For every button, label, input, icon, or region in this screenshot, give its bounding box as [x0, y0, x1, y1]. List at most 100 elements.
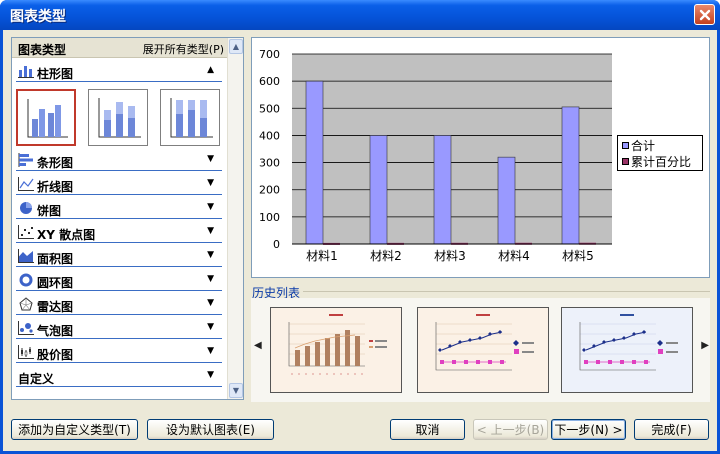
expand-arrow-icon: ▼ — [207, 298, 214, 308]
scatter-chart-icon — [18, 225, 34, 239]
legend-swatch-series2 — [622, 157, 629, 165]
category-custom[interactable]: 自定义 ▼ — [16, 366, 222, 388]
y-tick-label: 400 — [259, 129, 280, 142]
x-tick-label: 材料4 — [498, 249, 530, 263]
set-default-chart-button[interactable]: 设为默认图表(E) — [147, 419, 274, 440]
stock-chart-icon — [18, 345, 34, 359]
expand-arrow-icon: ▼ — [207, 250, 214, 260]
legend-item: 累计百分比 — [622, 154, 692, 169]
y-tick-label: 200 — [259, 184, 280, 197]
history-divider — [303, 291, 710, 292]
finish-button[interactable]: 完成(F) — [634, 419, 709, 440]
close-icon — [699, 9, 710, 20]
category-label: 柱形图 — [37, 67, 74, 81]
x-tick-label: 材料1 — [306, 249, 338, 263]
collapse-arrow-icon: ▲ — [207, 65, 214, 75]
clustered-column-icon — [27, 99, 68, 138]
list-scrollbar[interactable]: ▲ ▼ — [227, 38, 243, 399]
chart-type-heading: 图表类型 — [18, 43, 67, 57]
history-item[interactable] — [270, 307, 402, 393]
title-bar[interactable]: 图表类型 — [0, 0, 720, 30]
dialog-title: 图表类型 — [10, 9, 66, 25]
legend-item: 合计 — [622, 138, 656, 153]
chart-preview: 0 100 200 300 400 500 600 700 材料1 材料2 材料3 材料4 材料5 合计… — [251, 37, 710, 278]
y-tick-label: 300 — [259, 157, 280, 170]
category-label: 气泡图 — [37, 324, 74, 338]
legend-label: 累计百分比 — [631, 154, 692, 169]
category-label: 股价图 — [37, 348, 74, 362]
y-tick-label: 700 — [259, 48, 280, 61]
category-label: 折线图 — [37, 180, 74, 194]
x-tick-label: 材料5 — [562, 249, 594, 263]
category-bar[interactable]: 条形图 ▼ — [16, 150, 222, 172]
dialog-window: 图表类型 图表类型 展开所有类型(P) ▲ ▼ 柱形图 ▲ 条形图 ▼ 折线图 … — [0, 0, 720, 454]
legend-swatch-series1 — [622, 141, 629, 149]
chart-legend: 合计 累计百分比 — [617, 135, 703, 171]
back-button[interactable]: < 上一步(B) — [473, 419, 548, 440]
category-bubble[interactable]: 气泡图 ▼ — [16, 318, 222, 340]
bar-series1 — [497, 156, 516, 245]
history-prev-icon[interactable]: ◀ — [254, 340, 262, 351]
y-tick-label: 100 — [259, 211, 280, 224]
next-button[interactable]: 下一步(N) > — [551, 419, 626, 440]
expand-arrow-icon: ▼ — [207, 346, 214, 356]
history-list: ◀ ▶ — [251, 298, 710, 402]
scroll-down-button[interactable]: ▼ — [229, 383, 243, 398]
scroll-up-button[interactable]: ▲ — [229, 39, 243, 54]
category-label: 雷达图 — [37, 300, 74, 314]
expand-arrow-icon: ▼ — [207, 274, 214, 284]
category-column[interactable]: 柱形图 ▲ — [16, 61, 222, 83]
y-tick-label: 500 — [259, 102, 280, 115]
doughnut-chart-icon — [19, 273, 33, 287]
x-tick-label: 材料3 — [434, 249, 466, 263]
bar-series1 — [305, 80, 324, 245]
chart-type-header: 图表类型 展开所有类型(P) — [12, 38, 228, 58]
category-line[interactable]: 折线图 ▼ — [16, 174, 222, 196]
category-label: 自定义 — [18, 372, 55, 386]
history-chart-thumbnail — [579, 314, 678, 371]
chart-type-list: 图表类型 展开所有类型(P) ▲ ▼ 柱形图 ▲ 条形图 ▼ 折线图 ▼ 饼图 … — [11, 37, 244, 400]
y-tick-label: 0 — [273, 238, 280, 251]
subtype-percent-stacked-column[interactable] — [160, 89, 220, 146]
pie-chart-icon — [20, 202, 32, 214]
category-stock[interactable]: 股价图 ▼ — [16, 342, 222, 364]
subtype-stacked-column[interactable] — [88, 89, 148, 146]
expand-arrow-icon: ▼ — [207, 370, 214, 380]
expand-arrow-icon: ▼ — [207, 154, 214, 164]
expand-arrow-icon: ▼ — [207, 178, 214, 188]
history-chart-thumbnail — [288, 314, 387, 375]
category-radar[interactable]: 雷达图 ▼ — [16, 294, 222, 316]
category-label: 条形图 — [37, 156, 74, 170]
category-area[interactable]: 面积图 ▼ — [16, 246, 222, 268]
history-next-icon[interactable]: ▶ — [701, 340, 709, 351]
close-button[interactable] — [694, 4, 715, 25]
category-doughnut[interactable]: 圆环图 ▼ — [16, 270, 222, 292]
column-chart-icon — [18, 66, 34, 78]
bar-series1 — [561, 106, 580, 245]
expand-all-link[interactable]: 展开所有类型(P) — [143, 41, 224, 57]
bar-series1 — [433, 135, 452, 245]
line-chart-icon — [18, 177, 34, 191]
bar-series1 — [369, 135, 388, 245]
category-label: XY 散点图 — [37, 228, 96, 242]
expand-arrow-icon: ▼ — [207, 226, 214, 236]
percent-stacked-column-icon — [170, 98, 213, 138]
subtype-clustered-column[interactable] — [16, 89, 76, 146]
expand-arrow-icon: ▼ — [207, 202, 214, 212]
history-chart-thumbnail — [435, 314, 534, 371]
expand-arrow-icon: ▼ — [207, 322, 214, 332]
category-label: 圆环图 — [37, 276, 74, 290]
category-label: 面积图 — [37, 252, 74, 266]
legend-label: 合计 — [631, 138, 656, 153]
category-label: 饼图 — [37, 204, 62, 218]
history-item[interactable] — [561, 307, 693, 393]
category-pie[interactable]: 饼图 ▼ — [16, 198, 222, 220]
history-item[interactable] — [417, 307, 549, 393]
add-custom-type-button[interactable]: 添加为自定义类型(T) — [11, 419, 138, 440]
x-tick-label: 材料2 — [370, 249, 402, 263]
cancel-button[interactable]: 取消 — [390, 419, 465, 440]
bar-chart-icon — [18, 153, 33, 167]
category-scatter[interactable]: XY 散点图 ▼ — [16, 222, 222, 244]
radar-chart-icon — [19, 297, 33, 311]
stacked-column-icon — [98, 98, 141, 138]
